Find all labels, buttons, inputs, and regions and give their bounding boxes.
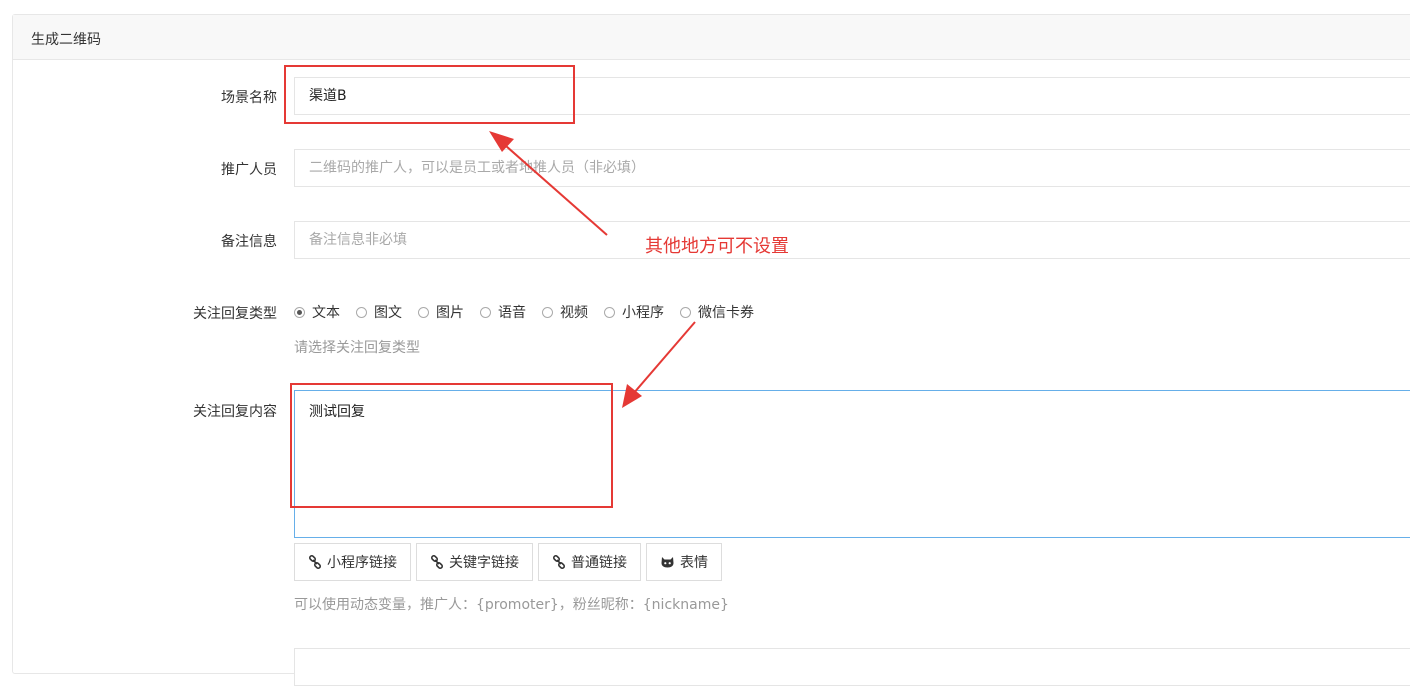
annotation-text: 其他地方可不设置 bbox=[645, 236, 789, 257]
radio-button[interactable] bbox=[480, 306, 491, 318]
radio-news[interactable]: 图文 bbox=[356, 302, 402, 322]
radio-button[interactable] bbox=[356, 306, 367, 318]
reply-content-label: 关注回复内容 bbox=[193, 404, 277, 420]
radio-wechat-card[interactable]: 微信卡券 bbox=[680, 302, 754, 322]
radio-image[interactable]: 图片 bbox=[418, 302, 464, 322]
radio-miniprogram[interactable]: 小程序 bbox=[604, 302, 664, 322]
panel-heading: 生成二维码 bbox=[13, 15, 1410, 60]
radio-label: 视频 bbox=[560, 305, 588, 321]
radio-label: 语音 bbox=[498, 305, 526, 321]
radio-label: 图文 bbox=[374, 305, 402, 321]
radio-text[interactable]: 文本 bbox=[294, 302, 340, 322]
promoter-label: 推广人员 bbox=[221, 162, 277, 178]
miniprogram-link-button[interactable]: 小程序链接 bbox=[294, 543, 411, 581]
link-icon bbox=[552, 555, 566, 569]
button-label: 小程序链接 bbox=[327, 555, 397, 571]
radio-button[interactable] bbox=[294, 306, 305, 318]
radio-video[interactable]: 视频 bbox=[542, 302, 588, 322]
radio-label: 小程序 bbox=[622, 305, 664, 321]
radio-button[interactable] bbox=[542, 306, 553, 318]
promoter-input[interactable]: 二维码的推广人，可以是员工或者地推人员（非必填） bbox=[294, 149, 1410, 187]
annotation-box-reply-content bbox=[290, 383, 613, 508]
annotation-box-scene-name bbox=[284, 65, 575, 124]
button-label: 表情 bbox=[680, 555, 708, 571]
scene-name-label: 场景名称 bbox=[221, 90, 277, 106]
reply-type-radio-group: 文本 图文 图片 语音 视频 小程序 微信卡券 bbox=[294, 302, 770, 322]
button-label: 普通链接 bbox=[571, 555, 627, 571]
radio-label: 图片 bbox=[436, 305, 464, 321]
insert-link-toolbar: 小程序链接 关键字链接 普通链接 表情 bbox=[294, 543, 727, 581]
radio-button[interactable] bbox=[604, 306, 615, 318]
radio-button[interactable] bbox=[680, 306, 691, 318]
next-field-input[interactable] bbox=[294, 648, 1410, 686]
radio-label: 文本 bbox=[312, 305, 340, 321]
github-cat-icon bbox=[660, 555, 675, 569]
remark-label: 备注信息 bbox=[221, 234, 277, 250]
radio-voice[interactable]: 语音 bbox=[480, 302, 526, 322]
panel-title: 生成二维码 bbox=[31, 32, 101, 48]
normal-link-button[interactable]: 普通链接 bbox=[538, 543, 641, 581]
radio-label: 微信卡券 bbox=[698, 305, 754, 321]
reply-content-help: 可以使用动态变量，推广人：{promoter}，粉丝昵称：{nickname} bbox=[294, 597, 729, 613]
keyword-link-button[interactable]: 关键字链接 bbox=[416, 543, 533, 581]
emoji-button[interactable]: 表情 bbox=[646, 543, 722, 581]
remark-input[interactable]: 备注信息非必填 bbox=[294, 221, 1410, 259]
link-icon bbox=[430, 555, 444, 569]
button-label: 关键字链接 bbox=[449, 555, 519, 571]
radio-button[interactable] bbox=[418, 306, 429, 318]
reply-type-help: 请选择关注回复类型 bbox=[294, 340, 420, 356]
link-icon bbox=[308, 555, 322, 569]
reply-type-label: 关注回复类型 bbox=[193, 306, 277, 322]
